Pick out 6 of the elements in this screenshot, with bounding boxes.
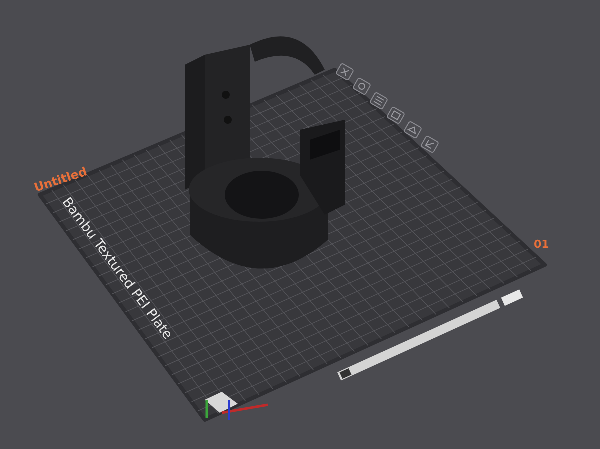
- axes-drawing: [205, 392, 268, 420]
- plate-number: 01: [534, 238, 550, 251]
- target-icon[interactable]: [352, 77, 372, 96]
- grid-icon[interactable]: [369, 92, 389, 110]
- frame-icon[interactable]: [386, 106, 406, 125]
- close-icon[interactable]: [335, 62, 355, 82]
